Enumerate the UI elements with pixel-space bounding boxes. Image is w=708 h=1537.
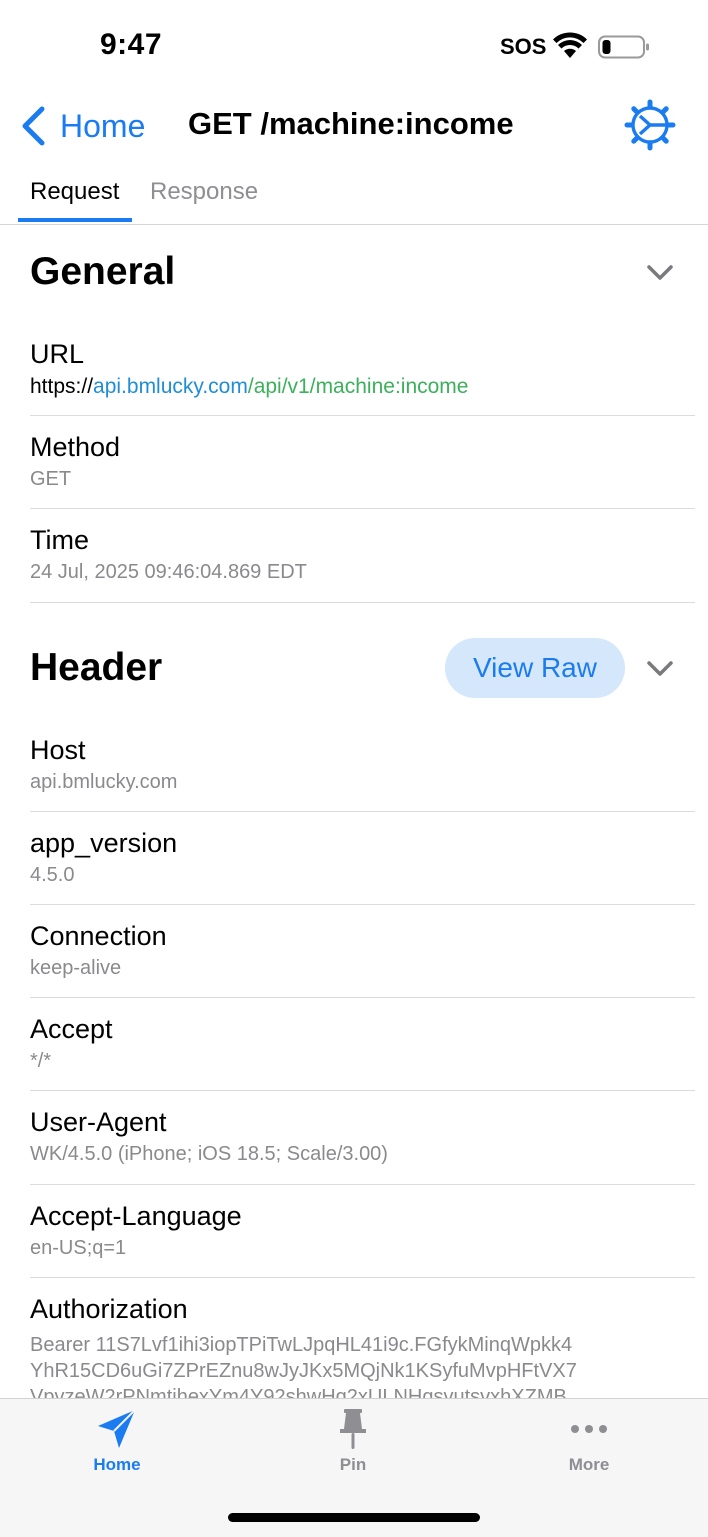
divider bbox=[30, 811, 695, 812]
sos-indicator: SOS bbox=[500, 34, 547, 59]
divider bbox=[30, 415, 695, 416]
pin-icon bbox=[340, 1409, 366, 1449]
status-time: 9:47 bbox=[100, 28, 163, 61]
header-row-connection: Connection keep-alive bbox=[30, 919, 695, 982]
time-row: Time 24 Jul, 2025 09:46:04.869 EDT bbox=[30, 523, 695, 586]
home-indicator bbox=[228, 1513, 480, 1522]
navigation-bar: Home GET /machine:income bbox=[0, 96, 708, 156]
method-value: GET bbox=[30, 468, 72, 490]
status-bar: 9:47 SOS bbox=[0, 0, 708, 96]
header-value: */* bbox=[30, 1050, 52, 1072]
chevron-down-icon[interactable] bbox=[646, 660, 674, 678]
time-value: 24 Jul, 2025 09:46:04.869 EDT bbox=[30, 561, 307, 583]
header-label: Authorization bbox=[30, 1294, 188, 1324]
authorization-line: YhR15CD6uGi7ZPrEZnu8wJyJKx5MQjNk1KSyfuMv… bbox=[30, 1360, 577, 1382]
method-label: Method bbox=[30, 432, 121, 462]
time-label: Time bbox=[30, 525, 89, 555]
divider bbox=[30, 508, 695, 509]
header-label: Connection bbox=[30, 921, 167, 951]
active-tab-indicator bbox=[18, 218, 132, 222]
header-row-user-agent: User-Agent WK/4.5.0 (iPhone; iOS 18.5; S… bbox=[30, 1105, 695, 1168]
divider bbox=[30, 1184, 695, 1185]
tabbar-label-more: More bbox=[568, 1455, 610, 1474]
header-label: Accept bbox=[30, 1014, 113, 1044]
header-value: en-US;q=1 bbox=[30, 1237, 127, 1259]
method-row: Method GET bbox=[30, 430, 695, 493]
back-button-label: Home bbox=[60, 107, 146, 144]
header-row-authorization: Authorization Bearer 11S7Lvf1ihi3iopTPiT… bbox=[30, 1292, 695, 1398]
url-value[interactable]: https://api.bmlucky.com/api/v1/machine:i… bbox=[30, 373, 695, 400]
authorization-line: Bearer 11S7Lvf1ihi3iopTPiTwLJpqHL41i9c.F… bbox=[30, 1334, 573, 1356]
divider bbox=[30, 1277, 695, 1278]
header-label: Accept-Language bbox=[30, 1201, 242, 1231]
divider bbox=[30, 602, 695, 603]
url-host: api.bmlucky.com bbox=[93, 375, 248, 398]
chevron-down-icon[interactable] bbox=[646, 264, 674, 282]
request-response-tabs: Request Response bbox=[0, 168, 708, 225]
more-icon bbox=[571, 1425, 607, 1433]
header-value: api.bmlucky.com bbox=[30, 771, 178, 793]
header-value: 4.5.0 bbox=[30, 864, 75, 886]
view-raw-button[interactable]: View Raw bbox=[445, 638, 625, 698]
tabbar-item-pin[interactable]: Pin bbox=[288, 1407, 418, 1487]
header-row-accept-language: Accept-Language en-US;q=1 bbox=[30, 1199, 695, 1262]
url-path: /api/v1/machine:income bbox=[247, 375, 469, 398]
header-value: WK/4.5.0 (iPhone; iOS 18.5; Scale/3.00) bbox=[30, 1143, 388, 1165]
header-label: User-Agent bbox=[30, 1107, 167, 1137]
header-row-host: Host api.bmlucky.com bbox=[30, 733, 695, 796]
url-label: URL bbox=[30, 339, 85, 369]
header-row-accept: Accept */* bbox=[30, 1012, 695, 1075]
header-label: app_version bbox=[30, 828, 178, 858]
header-row-app-version: app_version 4.5.0 bbox=[30, 826, 695, 889]
tabbar-label-home: Home bbox=[93, 1455, 141, 1474]
divider bbox=[30, 1090, 695, 1091]
back-button[interactable]: Home bbox=[20, 102, 145, 150]
header-value: keep-alive bbox=[30, 957, 122, 979]
page-title: GET /machine:income bbox=[188, 106, 514, 141]
tabbar-label-pin: Pin bbox=[339, 1455, 367, 1474]
header-label: Host bbox=[30, 735, 86, 765]
header-section-title: Header bbox=[30, 646, 163, 689]
url-row: URL https://api.bmlucky.com/api/v1/machi… bbox=[30, 337, 695, 400]
tabbar-item-more[interactable]: More bbox=[524, 1407, 654, 1487]
paper-plane-icon bbox=[98, 1409, 136, 1448]
divider bbox=[30, 904, 695, 905]
tabbar-item-home[interactable]: Home bbox=[52, 1407, 182, 1487]
url-scheme: https:// bbox=[30, 375, 94, 398]
general-section-title: General bbox=[30, 250, 176, 293]
authorization-line: VpvzeW2rPNmtihexYm4Y92shwHq2xULNHqsvutsv… bbox=[30, 1386, 567, 1398]
gear-icon[interactable] bbox=[624, 99, 676, 151]
tab-request[interactable]: Request bbox=[30, 178, 119, 206]
wifi-icon bbox=[553, 32, 587, 58]
divider bbox=[30, 997, 695, 998]
tab-response[interactable]: Response bbox=[150, 178, 258, 206]
chevron-left-icon bbox=[22, 106, 45, 146]
battery-icon bbox=[598, 35, 649, 59]
